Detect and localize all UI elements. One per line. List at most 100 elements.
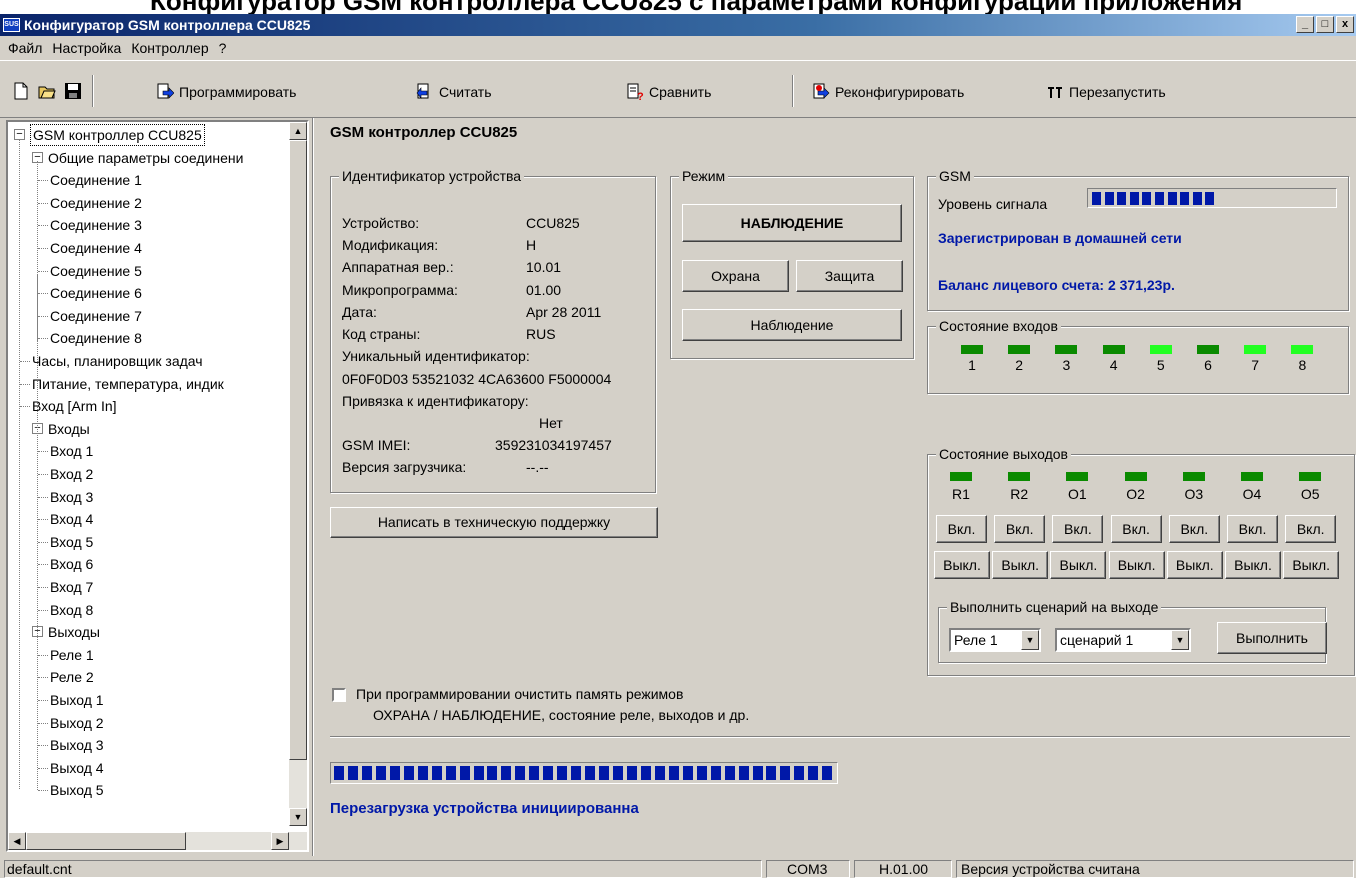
tree-item-output[interactable]: Выход 4 [50,757,104,779]
output-off-button[interactable]: Выкл. [934,551,990,579]
status-bar: default.cnt COM3 H.01.00 Версия устройст… [0,858,1356,878]
read-label: Считать [439,84,492,100]
tree-connector [38,677,48,679]
output-off-button[interactable]: Выкл. [1050,551,1107,579]
tree-item-input[interactable]: Вход 6 [50,553,93,575]
program-button[interactable]: Программировать [156,81,296,103]
restart-button[interactable]: Перезапустить [1046,81,1166,103]
read-button[interactable]: Считать [416,81,492,103]
tree-item-input[interactable]: Вход 2 [50,463,93,485]
window-title: Конфигуратор GSM контроллера CCU825 [24,17,311,33]
input-led-label: 5 [1156,357,1165,373]
tree-item-output[interactable]: Выход 2 [50,712,104,734]
menu-help[interactable]: ? [219,40,227,56]
tree-connector [38,293,48,295]
output-led-label: O1 [1068,486,1087,502]
run-scenario-button[interactable]: Выполнить [1217,622,1327,654]
current-mode-indicator[interactable]: НАБЛЮДЕНИЕ [682,204,902,242]
output-on-button[interactable]: Вкл. [936,515,987,543]
progress-message: Перезагрузка устройства инициированна [330,800,639,817]
tree-item-power[interactable]: Питание, температура, индик [32,373,224,395]
tree-item-connection[interactable]: Соединение 6 [50,282,142,304]
scroll-left-icon[interactable]: ◀ [8,832,26,850]
output-on-button[interactable]: Вкл. [1168,515,1220,543]
chevron-down-icon[interactable]: ▼ [1021,630,1039,650]
tree-group-outputs[interactable]: Выходы [48,621,100,643]
progress-segment [515,766,526,780]
country-code-value: RUS [526,326,556,342]
menu-settings[interactable]: Настройка [52,40,121,56]
tree-item-input[interactable]: Вход 4 [50,508,93,530]
scenario-output-value: Реле 1 [954,632,998,648]
protect-mode-button[interactable]: Защита [796,260,903,292]
tree-item-connection[interactable]: Соединение 1 [50,169,142,191]
chevron-down-icon[interactable]: ▼ [1171,630,1189,650]
tree-connector [38,496,48,498]
tree-item-connection[interactable]: Соединение 7 [50,305,142,327]
observe-mode-button[interactable]: Наблюдение [682,309,902,341]
output-off-button[interactable]: Выкл. [1108,551,1165,579]
output-on-button[interactable]: Вкл. [994,515,1046,543]
tree-group-inputs[interactable]: Входы [48,418,90,440]
output-on-button[interactable]: Вкл. [1110,515,1162,543]
tree-group-connections[interactable]: Общие параметры соединени [48,147,243,169]
tree-item-connection[interactable]: Соединение 4 [50,237,142,259]
tree-item-input[interactable]: Вход 1 [50,440,93,462]
compare-button[interactable]: ? Сравнить [626,81,711,103]
maximize-button[interactable]: □ [1316,16,1334,33]
tree-item-output[interactable]: Выход 1 [50,689,104,711]
outputs-state-legend: Состояние выходов [936,446,1071,462]
tree-item-connection[interactable]: Соединение 2 [50,192,142,214]
minimize-button[interactable]: _ [1296,16,1314,33]
guard-mode-button[interactable]: Охрана [682,260,789,292]
tree-item-input[interactable]: Вход 3 [50,486,93,508]
scenario-select[interactable]: сценарий 1 ▼ [1055,628,1191,652]
output-off-button[interactable]: Выкл. [1225,551,1281,579]
outputs-state-group: Состояние выходов R1 Вкл. Выкл. R2 Вкл. Выкл.… [927,446,1355,676]
tree-item-input[interactable]: Вход 5 [50,531,93,553]
status-port: COM3 [766,860,850,878]
tree-item-output[interactable]: Выход 5 [50,779,104,801]
tree-vertical-scrollbar[interactable]: ▲ ▼ [289,122,307,826]
progress-segment [417,766,428,780]
output-on-button[interactable]: Вкл. [1227,515,1278,543]
tree-item-output[interactable]: Выход 3 [50,734,104,756]
new-file-icon[interactable] [12,82,30,100]
input-led-label: 3 [1062,357,1071,373]
output-led-label: O3 [1184,486,1204,502]
reconfigure-button[interactable]: Реконфигурировать [812,81,964,103]
tree-item-connection[interactable]: Соединение 8 [50,327,142,349]
input-led-label: 8 [1298,357,1307,373]
output-on-button[interactable]: Вкл. [1052,515,1104,543]
tree-root[interactable]: GSM контроллер CCU825 [30,124,205,146]
output-on-button[interactable]: Вкл. [1285,515,1337,543]
tree-item-arm-input[interactable]: Вход [Arm In] [32,395,117,417]
menu-file[interactable]: Файл [8,40,42,56]
tree-horizontal-scrollbar[interactable]: ◀ ▶ [8,832,307,850]
scroll-up-icon[interactable]: ▲ [289,122,307,140]
open-folder-icon[interactable] [38,82,56,100]
scenario-output-select[interactable]: Реле 1 ▼ [949,628,1041,652]
output-off-button[interactable]: Выкл. [992,551,1049,579]
clear-memory-checkbox[interactable] [332,688,346,702]
hscroll-thumb[interactable] [26,832,186,850]
tree-item-input[interactable]: Вход 8 [50,599,93,621]
output-off-button[interactable]: Выкл. [1166,551,1223,579]
tree-item-output[interactable]: Реле 2 [50,666,94,688]
support-button[interactable]: Написать в техническую поддержку [330,507,658,538]
scroll-right-icon[interactable]: ▶ [271,832,289,850]
tree-item-connection[interactable]: Соединение 5 [50,260,142,282]
panel-splitter[interactable] [312,118,314,856]
scroll-thumb[interactable] [289,140,307,760]
progress-segment [585,766,596,780]
output-led-label: O2 [1126,486,1145,502]
tree-item-output[interactable]: Реле 1 [50,644,94,666]
close-button[interactable]: x [1336,16,1354,33]
menu-controller[interactable]: Контроллер [131,40,208,56]
tree-item-connection[interactable]: Соединение 3 [50,214,142,236]
save-disk-icon[interactable] [64,82,82,100]
tree-item-clock[interactable]: Часы, планировщик задач [32,350,203,372]
tree-item-input[interactable]: Вход 7 [50,576,93,598]
output-off-button[interactable]: Выкл. [1283,551,1340,579]
scroll-down-icon[interactable]: ▼ [289,808,307,826]
